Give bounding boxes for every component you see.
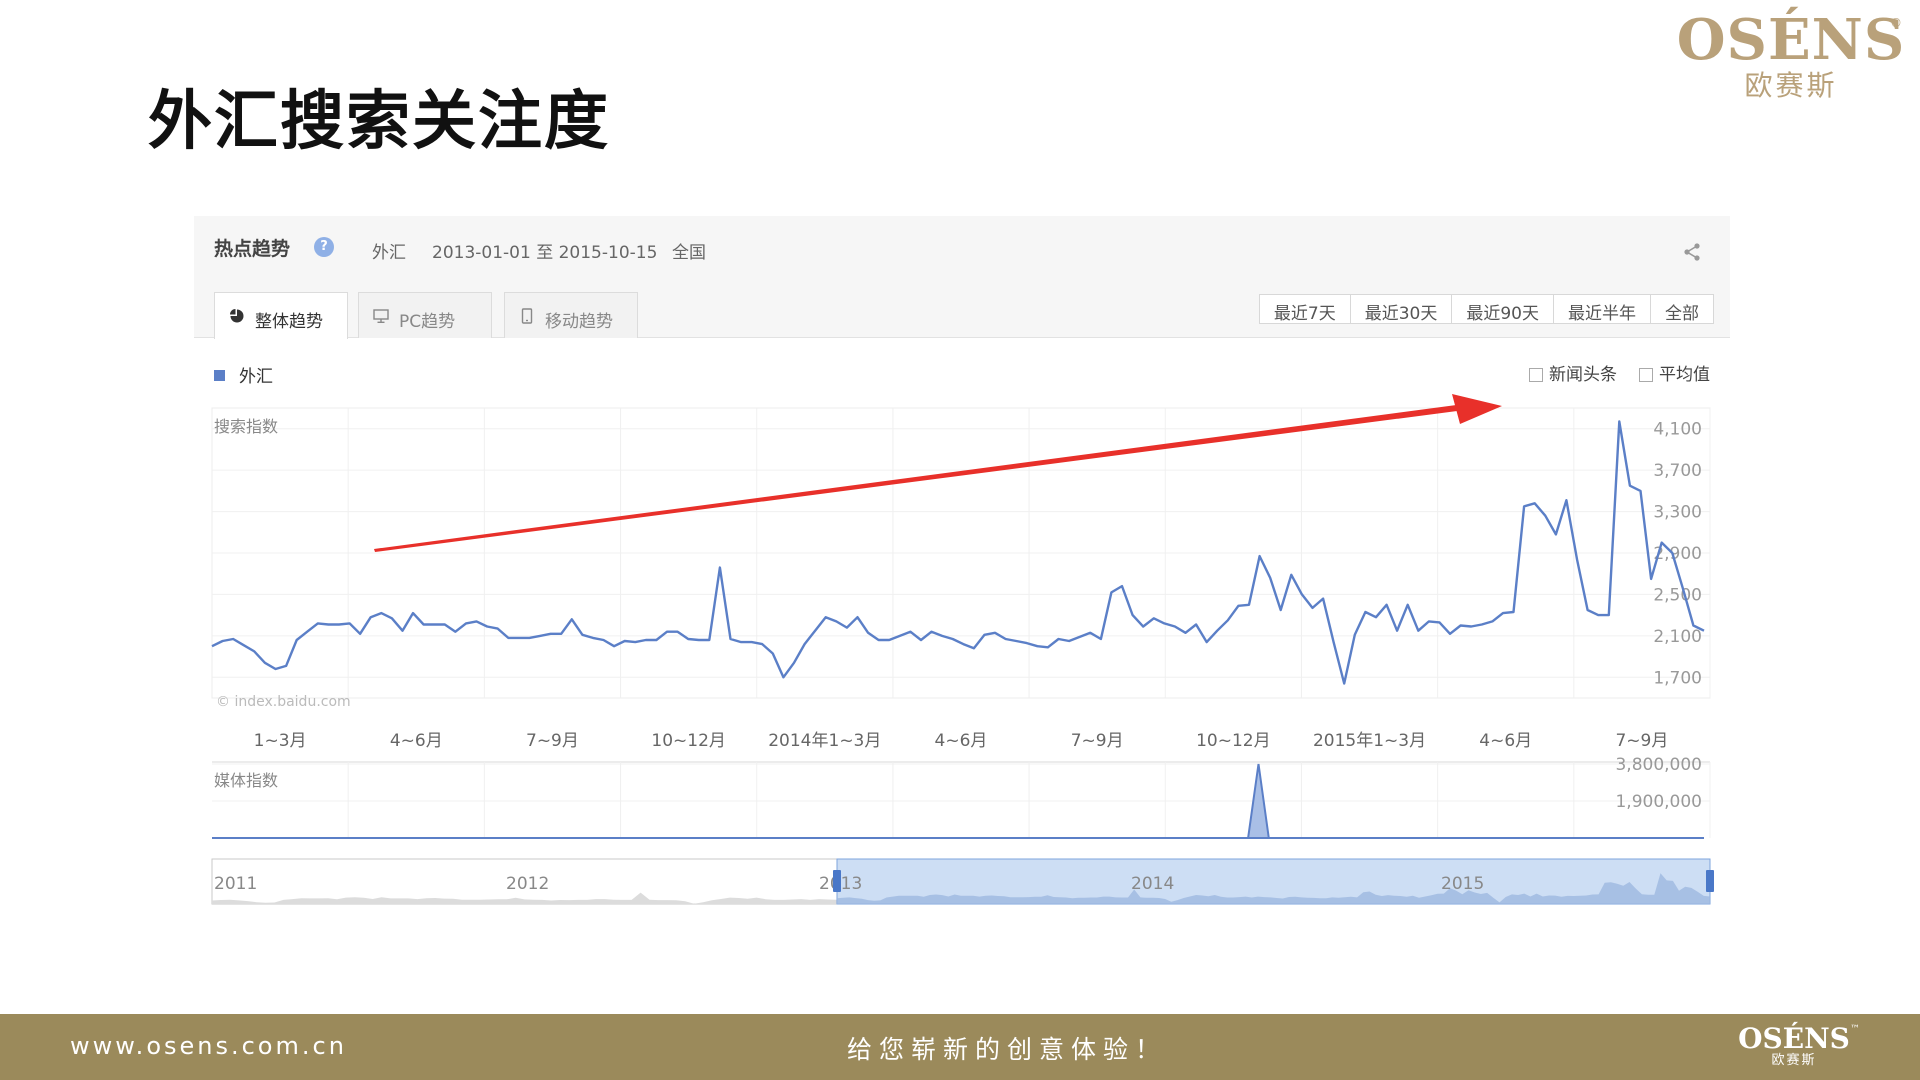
- y-tick-label: 2,100: [1653, 627, 1702, 647]
- footer-logo-wordmark: OSÉNS: [1738, 1022, 1850, 1055]
- search-index-label: 搜索指数: [214, 417, 278, 436]
- footer-logo-chinese: 欧赛斯: [1771, 1053, 1817, 1068]
- media-index-label: 媒体指数: [214, 771, 278, 790]
- range-30d-button[interactable]: 最近30天: [1351, 295, 1453, 324]
- range-button-group: 最近7天 最近30天 最近90天 最近半年 全部: [1258, 294, 1714, 324]
- selected-range: [836, 858, 1711, 905]
- legend-label: 外汇: [239, 367, 273, 387]
- share-icon[interactable]: [1682, 242, 1702, 262]
- range-handle-right: [1706, 870, 1714, 892]
- range-half-year-button[interactable]: 最近半年: [1554, 295, 1651, 324]
- x-tick-label: 2015年1~3月: [1313, 731, 1426, 751]
- tab-overall[interactable]: 整体趋势: [214, 292, 348, 339]
- x-tick-label: 2014年1~3月: [768, 731, 881, 751]
- slide-title: 外汇搜索关注度: [148, 85, 610, 159]
- range-all-button[interactable]: 全部: [1651, 295, 1713, 324]
- media-y-ticks: 1,900,000 3,800,000: [1615, 755, 1702, 812]
- mobile-icon: [521, 308, 533, 324]
- overview-sparkline: [212, 892, 837, 904]
- legend-swatch: [214, 370, 225, 381]
- x-tick-label: 4~6月: [390, 731, 443, 751]
- media-index-chart: 媒体指数 1,900,000 3,800,000: [212, 755, 1711, 839]
- range-7d-button[interactable]: 最近7天: [1260, 295, 1351, 324]
- checkbox-box[interactable]: [1639, 368, 1653, 382]
- trend-arrow: [374, 394, 1502, 552]
- region-label: 全国: [672, 243, 706, 263]
- x-tick-label: 10~12月: [1196, 731, 1271, 751]
- slide: 外汇搜索关注度 OSÉNS 欧赛斯 ® 热点趋势 ? 外汇 2013-01-01…: [0, 0, 1920, 1080]
- range-90d-button[interactable]: 最近90天: [1452, 295, 1554, 324]
- average-checkbox-label: 平均值: [1659, 365, 1710, 385]
- main-grid: [212, 408, 1711, 698]
- tab-label: PC趋势: [399, 312, 456, 332]
- footer-url[interactable]: www.osens.com.cn: [70, 1032, 347, 1060]
- trend-widget: 热点趋势 ? 外汇 2013-01-01 至 2015-10-15 全国 整体趋…: [194, 216, 1730, 906]
- logo-chinese-name: 欧赛斯: [1744, 69, 1838, 102]
- logo-wordmark: OSÉNS: [1676, 7, 1906, 73]
- y-tick-label: 2,900: [1653, 544, 1702, 564]
- media-index-area: [212, 763, 1704, 839]
- y-tick-label: 4,100: [1653, 420, 1702, 440]
- media-grid: [212, 762, 1711, 838]
- x-tick-label: 7~9月: [1615, 731, 1668, 751]
- chart-options: 新闻头条 平均值: [1529, 360, 1710, 385]
- x-tick-label: 10~12月: [651, 731, 726, 751]
- tab-pc[interactable]: PC趋势: [358, 292, 492, 338]
- x-tick-label: 7~9月: [1071, 731, 1124, 751]
- slide-footer: www.osens.com.cn 给您崭新的创意体验！ OSÉNS 欧赛斯 ™: [0, 1014, 1920, 1080]
- registered-mark: ®: [1890, 16, 1902, 30]
- brand-logo: OSÉNS 欧赛斯 ®: [1676, 10, 1906, 102]
- y-tick-label: 3,800,000: [1615, 755, 1702, 775]
- x-tick-label: 7~9月: [526, 731, 579, 751]
- chart-legend: 外汇: [214, 362, 273, 387]
- news-checkbox-label: 新闻头条: [1549, 365, 1617, 385]
- overview-selected-sparkline: [837, 873, 1710, 904]
- pie-icon: [230, 309, 244, 323]
- x-tick-label: 4~6月: [1479, 731, 1532, 751]
- range-selector[interactable]: 2011 2012 2013 2014 2015: [211, 858, 1714, 905]
- footer-logo: OSÉNS 欧赛斯 ™: [1734, 1022, 1860, 1068]
- overview-year-label: 2013: [819, 874, 862, 894]
- search-index-chart: 搜索指数 © index.baidu.com 1,700 2,100 2,500 2,…: [211, 394, 1711, 751]
- trademark-mark: ™: [1850, 1024, 1860, 1035]
- tab-label: 移动趋势: [545, 312, 613, 332]
- y-tick-label: 1,700: [1653, 668, 1702, 688]
- checkbox-box[interactable]: [1529, 368, 1543, 382]
- widget-title: 热点趋势: [214, 238, 291, 260]
- average-checkbox[interactable]: 平均值: [1639, 360, 1710, 385]
- overview-year-labels: 2011 2012 2013 2014 2015: [214, 874, 1484, 894]
- monitor-icon: [373, 309, 389, 324]
- x-tick-label: 1~3月: [254, 731, 307, 751]
- watermark: © index.baidu.com: [216, 694, 351, 710]
- overview-year-label: 2014: [1131, 874, 1174, 894]
- widget-header: 热点趋势 ? 外汇 2013-01-01 至 2015-10-15 全国 整体趋…: [194, 216, 1730, 339]
- y-tick-label: 3,700: [1653, 461, 1702, 481]
- search-index-line: [211, 420, 1705, 685]
- main-x-ticks: 1~3月 4~6月 7~9月 10~12月 2014年1~3月 4~6月 7~9月 10~12…: [254, 731, 1669, 751]
- range-handle-left: [833, 870, 841, 892]
- footer-slogan: 给您崭新的创意体验！: [847, 1035, 1168, 1064]
- tab-label: 整体趋势: [255, 312, 323, 332]
- main-y-ticks: 1,700 2,100 2,500 2,900 3,300 3,700 4,100: [1653, 420, 1702, 689]
- y-tick-label: 1,900,000: [1615, 792, 1702, 812]
- help-icon[interactable]: ?: [314, 237, 334, 257]
- tab-mobile[interactable]: 移动趋势: [504, 292, 638, 338]
- y-tick-label: 2,500: [1653, 585, 1702, 605]
- overview-year-label: 2015: [1441, 874, 1484, 894]
- y-tick-label: 3,300: [1653, 503, 1702, 523]
- news-checkbox[interactable]: 新闻头条: [1529, 360, 1617, 385]
- x-tick-label: 4~6月: [935, 731, 988, 751]
- overview-year-label: 2011: [214, 874, 257, 894]
- overview-year-label: 2012: [506, 874, 549, 894]
- keyword-label: 外汇: [372, 243, 406, 263]
- date-range-label: 2013-01-01 至 2015-10-15: [432, 243, 658, 263]
